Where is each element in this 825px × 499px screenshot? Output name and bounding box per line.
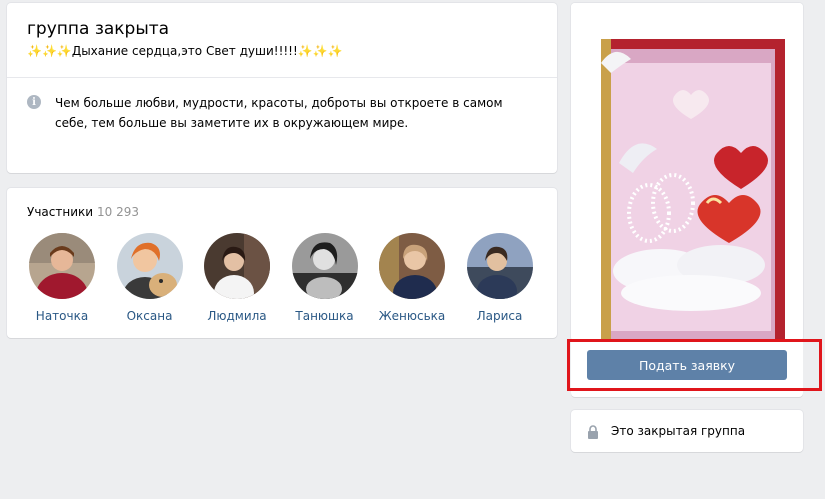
group-status-text: Дыхание сердца,это Свет души!!!!! — [71, 44, 298, 58]
group-description-text: Чем больше любви, мудрости, красоты, доб… — [55, 96, 503, 130]
members-count: 10 293 — [97, 205, 140, 219]
group-status: ✨✨✨Дыхание сердца,это Свет души!!!!!✨✨✨ — [27, 42, 537, 60]
group-description: i Чем больше любви, мудрости, красоты, д… — [7, 78, 557, 133]
sparkles-icon: ✨✨✨ — [27, 44, 72, 58]
sparkles-icon: ✨✨✨ — [297, 44, 343, 58]
members-header[interactable]: Участники 10 293 — [7, 188, 557, 219]
group-cover-card — [571, 3, 803, 341]
page-title: группа закрыта — [27, 19, 170, 39]
member-name[interactable]: Танюшка — [290, 309, 360, 323]
join-request-button[interactable]: Подать заявку — [587, 350, 787, 380]
group-info-card: группа закрыта ✨✨✨Дыхание сердца,это Све… — [7, 3, 557, 173]
closed-group-label: Это закрытая группа — [611, 424, 746, 438]
member-item[interactable]: Лариса — [465, 233, 553, 323]
group-cover-image[interactable] — [571, 3, 803, 341]
members-title: Участники — [27, 205, 94, 219]
members-card: Участники 10 293 Наточка Оксана Людмила … — [7, 188, 557, 338]
avatar[interactable] — [29, 233, 95, 299]
avatar[interactable] — [204, 233, 270, 299]
avatar[interactable] — [116, 233, 183, 299]
member-name[interactable]: Наточка — [27, 309, 97, 323]
closed-group-card: Это закрытая группа — [571, 410, 803, 452]
avatar[interactable] — [379, 233, 445, 299]
member-item[interactable]: Танюшка — [290, 233, 378, 323]
avatar[interactable] — [291, 233, 358, 299]
members-list: Наточка Оксана Людмила Танюшка Женюська … — [7, 219, 557, 323]
member-item[interactable]: Женюська — [377, 233, 465, 323]
member-name[interactable]: Людмила — [202, 309, 272, 323]
member-name[interactable]: Оксана — [115, 309, 185, 323]
member-item[interactable]: Оксана — [115, 233, 203, 323]
member-name[interactable]: Лариса — [465, 309, 535, 323]
avatar[interactable] — [466, 233, 533, 299]
info-icon: i — [27, 95, 41, 109]
member-item[interactable]: Людмила — [202, 233, 290, 323]
lock-icon — [587, 424, 599, 439]
member-item[interactable]: Наточка — [27, 233, 115, 323]
group-header: группа закрыта ✨✨✨Дыхание сердца,это Све… — [7, 3, 557, 78]
member-name[interactable]: Женюська — [377, 309, 447, 323]
